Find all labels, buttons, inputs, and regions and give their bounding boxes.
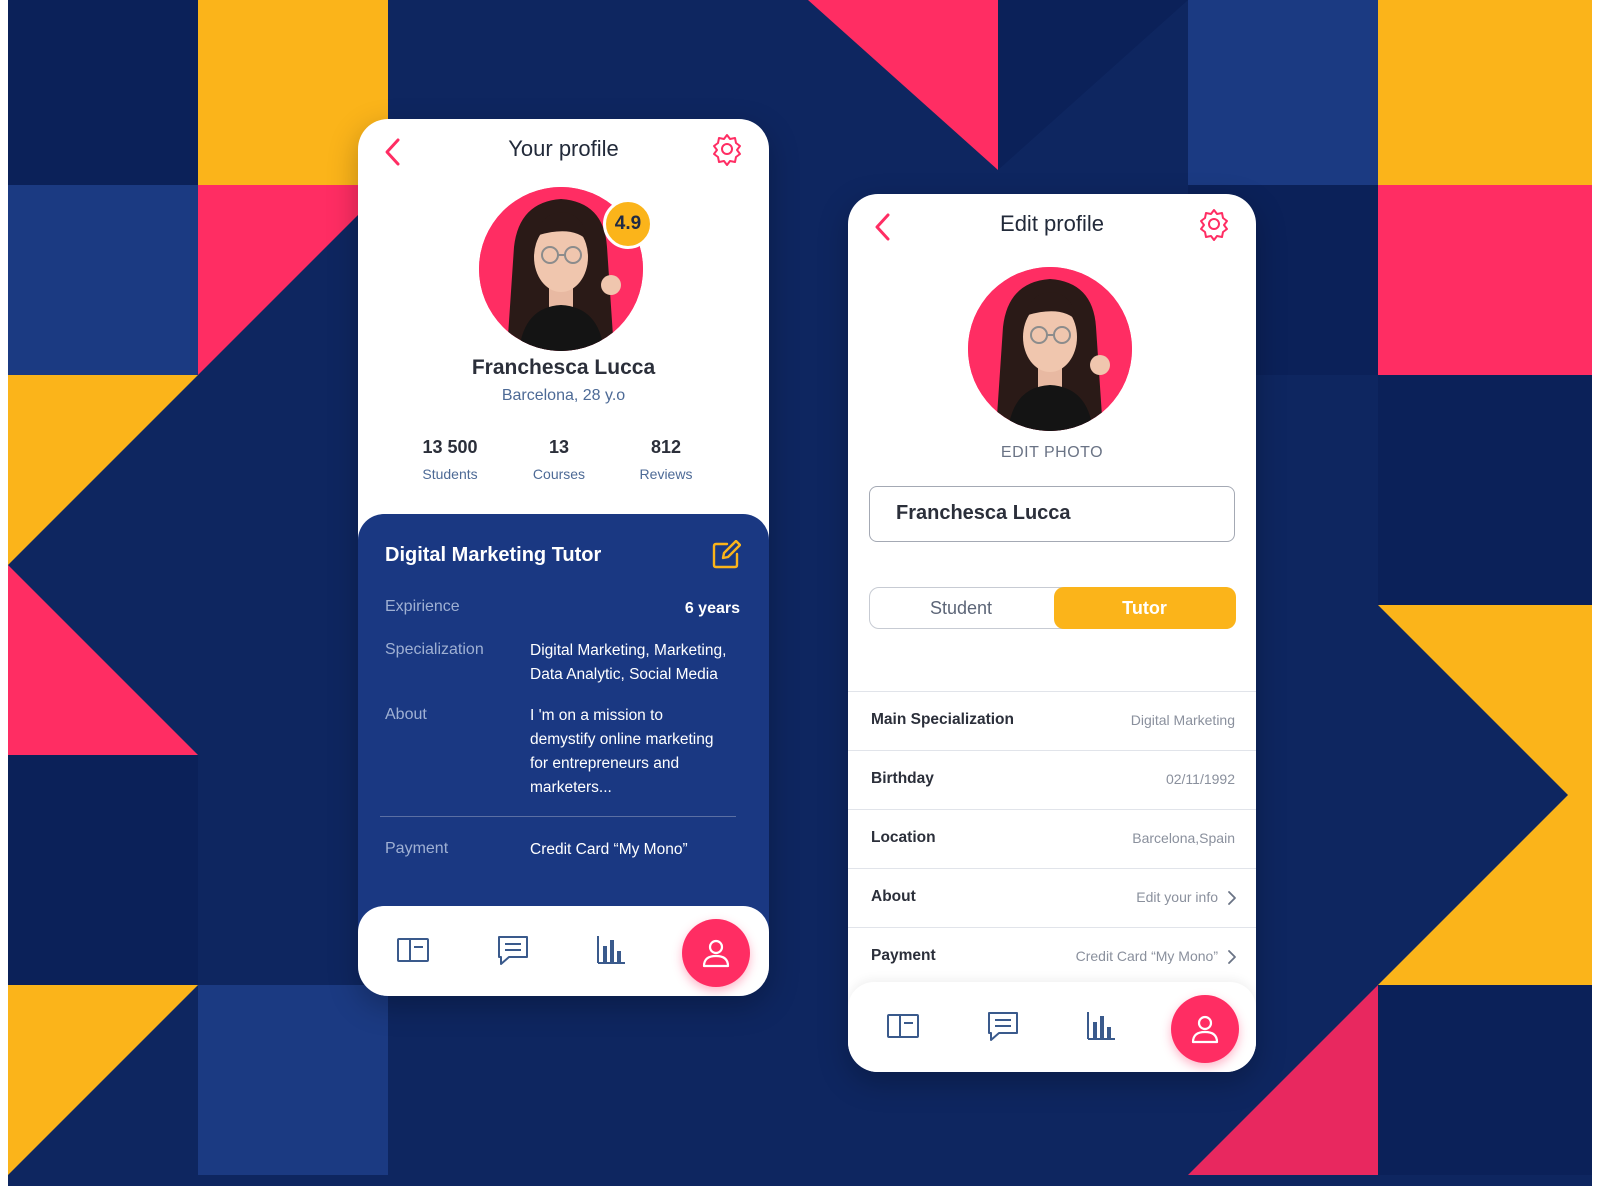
- chat-icon[interactable]: [985, 1008, 1021, 1044]
- specialization-label: Specialization: [385, 641, 484, 658]
- role-option-tutor[interactable]: Tutor: [1053, 586, 1236, 629]
- field-value: Digital Marketing: [1130, 712, 1235, 728]
- role-option-student[interactable]: Student: [870, 587, 1052, 629]
- chart-icon[interactable]: [593, 932, 629, 968]
- payment-label: Payment: [385, 840, 449, 857]
- chat-icon[interactable]: [495, 932, 531, 968]
- field-label: Payment: [871, 947, 936, 964]
- field-row-birthday[interactable]: Birthday 02/11/1992: [848, 751, 1256, 810]
- field-label: About: [871, 888, 916, 905]
- edit-profile-screen: Edit profile EDIT PHOTO Franchesca Lucca…: [848, 194, 1256, 1072]
- bottom-nav: [848, 982, 1256, 1072]
- field-value: Barcelona,Spain: [1132, 830, 1235, 846]
- profile-header: Your profile: [358, 119, 769, 183]
- field-label: Main Specialization: [871, 711, 1014, 728]
- field-row-main-specialization[interactable]: Main Specialization Digital Marketing: [848, 692, 1256, 751]
- chart-icon[interactable]: [1083, 1008, 1119, 1044]
- page-title: Your profile: [508, 136, 619, 161]
- field-value: Edit your info: [1136, 889, 1218, 905]
- user-icon: [1191, 1015, 1219, 1044]
- chevron-right-icon: [1228, 891, 1236, 905]
- profile-photo: [968, 267, 1132, 431]
- stat-label: Reviews: [639, 466, 693, 482]
- profile-fields-list: Main Specialization Digital Marketing Bi…: [848, 691, 1256, 986]
- edit-header: Edit profile: [848, 194, 1256, 258]
- gear-icon[interactable]: [709, 131, 745, 167]
- stat-value: 13 500: [422, 437, 478, 457]
- experience-value: 6 years: [684, 600, 740, 617]
- specialization-value: Digital Marketing, Marketing, Data Analy…: [530, 642, 727, 683]
- back-chevron-icon[interactable]: [380, 135, 410, 169]
- edit-icon[interactable]: [711, 540, 741, 570]
- field-row-about[interactable]: About Edit your info: [848, 869, 1256, 928]
- back-chevron-icon[interactable]: [870, 210, 900, 244]
- edit-photo-link[interactable]: EDIT PHOTO: [848, 444, 1256, 462]
- bottom-nav: [358, 906, 769, 996]
- role-toggle: Student Tutor: [869, 586, 1236, 629]
- stat-courses: 13 Courses: [504, 437, 614, 482]
- page-title: Edit profile: [1000, 211, 1104, 236]
- divider: [380, 816, 736, 817]
- chevron-right-icon: [1228, 950, 1236, 964]
- field-value: 02/11/1992: [1165, 771, 1235, 787]
- field-value: Credit Card “My Mono”: [1075, 948, 1218, 964]
- book-icon[interactable]: [885, 1008, 921, 1044]
- about-value: I 'm on a mission to demystify online ma…: [530, 707, 714, 796]
- geometric-background: [8, 0, 1592, 1186]
- name-input[interactable]: Franchesca Lucca: [869, 486, 1235, 542]
- field-label: Birthday: [871, 770, 934, 787]
- avatar[interactable]: [968, 267, 1132, 431]
- stat-label: Courses: [532, 466, 586, 482]
- your-profile-screen: Your profile 4.9 Franchesca Lucca Barcel…: [358, 119, 769, 996]
- field-label: Location: [871, 829, 936, 846]
- field-row-payment[interactable]: Payment Credit Card “My Mono”: [848, 928, 1256, 986]
- gear-icon[interactable]: [1196, 206, 1232, 242]
- payment-value: Credit Card “My Mono”: [530, 841, 688, 858]
- profile-nav-button[interactable]: [682, 919, 750, 987]
- profile-location: Barcelona, 28 y.o: [501, 387, 626, 404]
- stat-value: 812: [650, 437, 682, 457]
- stat-students: 13 500 Students: [395, 437, 505, 482]
- stat-value: 13: [548, 437, 570, 457]
- field-row-location[interactable]: Location Barcelona,Spain: [848, 810, 1256, 869]
- profile-nav-button[interactable]: [1171, 995, 1239, 1063]
- rating-badge: 4.9: [603, 199, 653, 249]
- experience-label: Expirience: [385, 598, 460, 615]
- profile-name: Franchesca Lucca: [471, 356, 656, 379]
- about-label: About: [385, 706, 427, 723]
- user-icon: [702, 939, 730, 968]
- role-title: Digital Marketing Tutor: [385, 544, 602, 566]
- book-icon[interactable]: [395, 932, 431, 968]
- stat-reviews: 812 Reviews: [611, 437, 721, 482]
- stat-label: Students: [422, 466, 478, 482]
